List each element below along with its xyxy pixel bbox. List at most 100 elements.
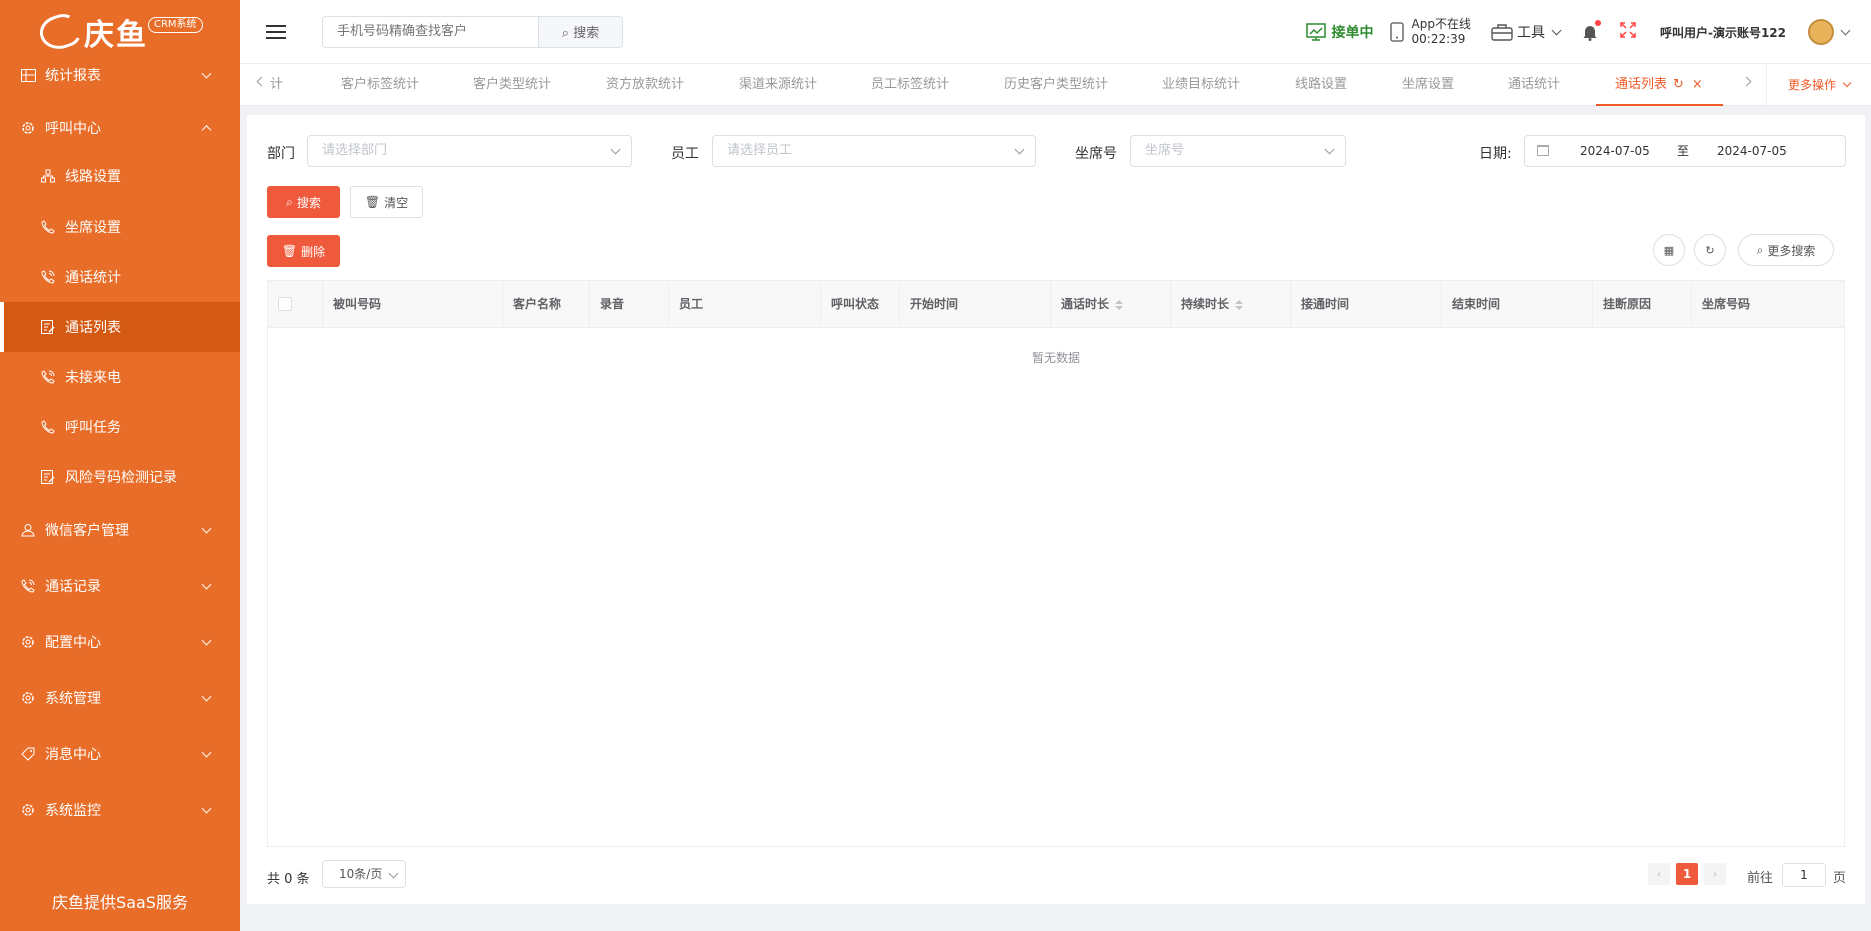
tab-channel-source-stats[interactable]: 渠道来源统计 (739, 64, 817, 106)
sort-icon[interactable] (1235, 299, 1244, 310)
phone-search-input[interactable] (322, 15, 538, 48)
tab-next-icon[interactable] (1741, 76, 1752, 87)
phone-call-icon (20, 578, 36, 594)
sort-icon[interactable] (1115, 299, 1124, 310)
sidebar-item-label: 通话统计 (65, 270, 121, 286)
sidebar-item-call-records[interactable]: 通话记录 (0, 558, 240, 614)
staff-select[interactable]: 请选择员工 (712, 135, 1036, 167)
tab-call-list[interactable]: 通话列表 ↻ × (1596, 64, 1723, 106)
col-call-duration[interactable]: 通话时长 (1051, 281, 1171, 328)
main-panel: 部门 请选择部门 员工 请选择员工 坐席号 坐席号 日期: 2024-07-05… (247, 115, 1865, 904)
col-total-duration[interactable]: 持续时长 (1171, 281, 1291, 328)
date-end[interactable]: 2024-07-05 (1717, 136, 1787, 166)
call-list-table: 被叫号码 客户名称 录音 员工 呼叫状态 开始时间 通话时长 持续时长 接通时间… (267, 280, 1845, 847)
sidebar-item-stats[interactable]: 统计报表 (0, 50, 240, 100)
header-search-button[interactable]: ⌕ 搜索 (538, 15, 623, 48)
refresh-icon[interactable]: ↻ (1694, 234, 1726, 266)
avatar[interactable] (1808, 19, 1834, 45)
col-recording: 录音 (590, 281, 669, 328)
seat-select[interactable]: 坐席号 (1130, 135, 1346, 167)
col-hangup-reason: 挂断原因 (1593, 281, 1692, 328)
clear-button[interactable]: 🗑 清空 (350, 186, 423, 218)
sidebar-item-seat-settings[interactable]: 坐席设置 (0, 202, 240, 252)
sidebar-item-label: 呼叫任务 (65, 420, 121, 436)
grid-columns-icon[interactable]: ▦ (1653, 234, 1685, 266)
tab-call-stats[interactable]: 通话统计 (1508, 64, 1560, 106)
fish-logo-icon (35, 9, 85, 55)
customer-search: ⌕ 搜索 (322, 15, 623, 48)
sidebar-menu: 统计报表 呼叫中心 线路设置 坐席设置 通话统计 通话列表 未接来电 呼叫任务 … (0, 64, 240, 838)
sidebar-item-call-stats[interactable]: 通话统计 (0, 252, 240, 302)
sidebar-item-system[interactable]: 系统管理 (0, 670, 240, 726)
sidebar-item-label: 呼叫中心 (45, 121, 101, 137)
tools-menu[interactable]: 工具 (1491, 22, 1562, 42)
col-customer-name: 客户名称 (503, 281, 590, 328)
crm-badge: CRM系统 (148, 17, 203, 33)
tab-seat-settings[interactable]: 坐席设置 (1402, 64, 1454, 106)
search-button-label: 搜索 (296, 195, 321, 210)
col-seat-number: 坐席号码 (1702, 297, 1751, 311)
refresh-icon[interactable]: ↻ (1673, 77, 1684, 92)
phone-call-icon (40, 369, 56, 385)
dept-placeholder: 请选择部门 (322, 143, 388, 158)
select-all-checkbox[interactable] (278, 297, 292, 311)
tab-line-settings[interactable]: 线路设置 (1295, 64, 1347, 106)
goto-page-input[interactable]: 1 (1782, 863, 1826, 887)
user-name[interactable]: 呼叫用户-演示账号122 (1660, 24, 1786, 41)
col-staff: 员工 (669, 281, 821, 328)
search-button[interactable]: ⌕ 搜索 (267, 186, 340, 218)
dept-select[interactable]: 请选择部门 (307, 135, 632, 167)
gear-icon (20, 690, 36, 706)
chevron-down-icon (201, 68, 212, 79)
tab-prev-icon[interactable] (256, 76, 267, 87)
search-icon: ⌕ (1756, 242, 1764, 257)
sidebar-item-call-tasks[interactable]: 呼叫任务 (0, 402, 240, 452)
tab-staff-tag-stats[interactable]: 员工标签统计 (871, 64, 949, 106)
top-header: ⌕ 搜索 接单中 App不在线 00:22:39 工具 呼叫用户-演示账号122 (240, 0, 1871, 64)
chevron-down-icon (1551, 25, 1562, 35)
tab-customer-type-stats[interactable]: 客户类型统计 (473, 64, 551, 106)
sidebar-item-callcenter[interactable]: 呼叫中心 (0, 106, 240, 150)
sidebar-item-call-list[interactable]: 通话列表 (0, 302, 240, 352)
order-status[interactable]: 接单中 (1305, 22, 1374, 42)
goto-label: 前往 (1747, 871, 1774, 886)
sidebar-item-risk-records[interactable]: 风险号码检测记录 (0, 452, 240, 502)
more-search-button[interactable]: ⌕ 更多搜索 (1738, 234, 1834, 266)
tab-funder-loan-stats[interactable]: 资方放款统计 (606, 64, 684, 106)
chevron-down-icon[interactable] (1840, 25, 1851, 35)
bell-icon[interactable] (1582, 20, 1601, 41)
total-count: 共 0 条 (267, 872, 310, 887)
col-call-status: 呼叫状态 (821, 281, 900, 328)
delete-button[interactable]: 🗑 删除 (267, 235, 340, 267)
user-icon (20, 522, 36, 538)
prev-page-button[interactable]: ‹ (1648, 863, 1670, 885)
pagination: 共 0 条 10条/页 ‹ 1 › 前往 1 页 (247, 860, 1865, 892)
date-range-picker[interactable]: 2024-07-05 至 2024-07-05 (1524, 135, 1846, 167)
hamburger-menu-icon[interactable] (266, 24, 286, 39)
fullscreen-icon[interactable] (1620, 22, 1636, 42)
tab-history-type-stats[interactable]: 历史客户类型统计 (1004, 64, 1108, 106)
dept-label: 部门 (267, 146, 295, 162)
tab-performance-stats[interactable]: 业绩目标统计 (1162, 64, 1240, 106)
phone-call-icon (40, 269, 56, 285)
more-operations-button[interactable]: 更多操作 (1766, 64, 1871, 106)
trash-icon: 🗑 (281, 244, 298, 258)
list-edit-icon (40, 319, 56, 335)
sidebar-item-wechat[interactable]: 微信客户管理 (0, 502, 240, 558)
chevron-down-icon (1324, 144, 1335, 155)
sidebar-item-monitor[interactable]: 系统监控 (0, 782, 240, 838)
tab-stats-partial[interactable]: 计 (270, 64, 283, 106)
sidebar-item-line-settings[interactable]: 线路设置 (0, 150, 240, 202)
sidebar-item-label: 系统管理 (45, 691, 101, 707)
sidebar-item-label: 坐席设置 (65, 220, 121, 236)
sidebar-item-config[interactable]: 配置中心 (0, 614, 240, 670)
close-icon[interactable]: × (1692, 77, 1703, 92)
sidebar-item-messages[interactable]: 消息中心 (0, 726, 240, 782)
next-page-button[interactable]: › (1704, 863, 1726, 885)
tab-customer-tag-stats[interactable]: 客户标签统计 (341, 64, 419, 106)
sidebar-item-missed-calls[interactable]: 未接来电 (0, 352, 240, 402)
page-size-select[interactable]: 10条/页 (322, 860, 406, 888)
date-start[interactable]: 2024-07-05 (1580, 136, 1650, 166)
more-search-label: 更多搜索 (1767, 243, 1816, 258)
page-number-current[interactable]: 1 (1676, 863, 1698, 885)
